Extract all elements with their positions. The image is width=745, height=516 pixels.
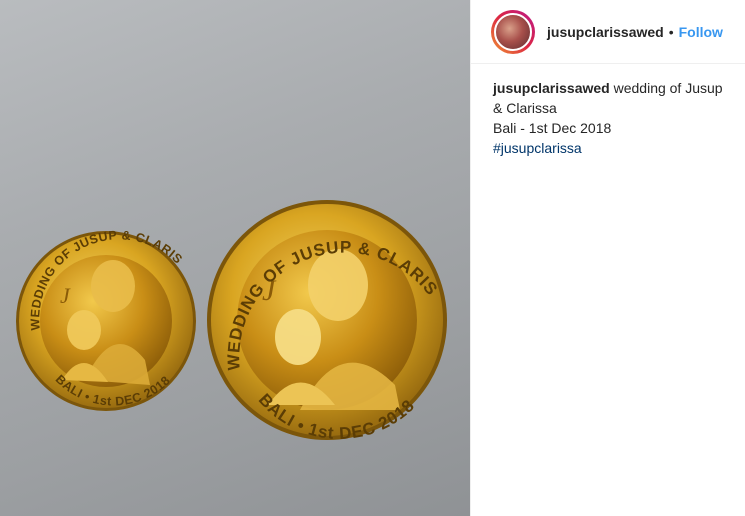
avatar-ring[interactable]: [491, 9, 535, 54]
separator-dot: •: [668, 23, 674, 40]
hashtag-link[interactable]: #jusupclarissa: [493, 140, 582, 156]
follow-button[interactable]: Follow: [679, 24, 723, 40]
username-link[interactable]: jusupclarissawed: [547, 24, 664, 40]
avatar[interactable]: [494, 12, 532, 51]
coins-image: J WEDDING OF JUSUP & CLARISSA BALI • 1st…: [0, 0, 447, 443]
caption-line-2: Bali - 1st Dec 2018: [493, 120, 612, 136]
post-header: jusupclarissawed • Follow: [471, 0, 745, 64]
post-caption: jusupclarissawed wedding of Jusup & Clar…: [471, 64, 745, 158]
post-side-panel: jusupclarissawed • Follow jusupclarissaw…: [470, 0, 745, 516]
svg-text:J: J: [60, 283, 71, 308]
post-photo[interactable]: J WEDDING OF JUSUP & CLARISSA BALI • 1st…: [0, 0, 470, 516]
caption-username-link[interactable]: jusupclarissawed: [493, 80, 610, 96]
small-coin: J WEDDING OF JUSUP & CLARISSA BALI • 1st…: [0, 0, 196, 411]
